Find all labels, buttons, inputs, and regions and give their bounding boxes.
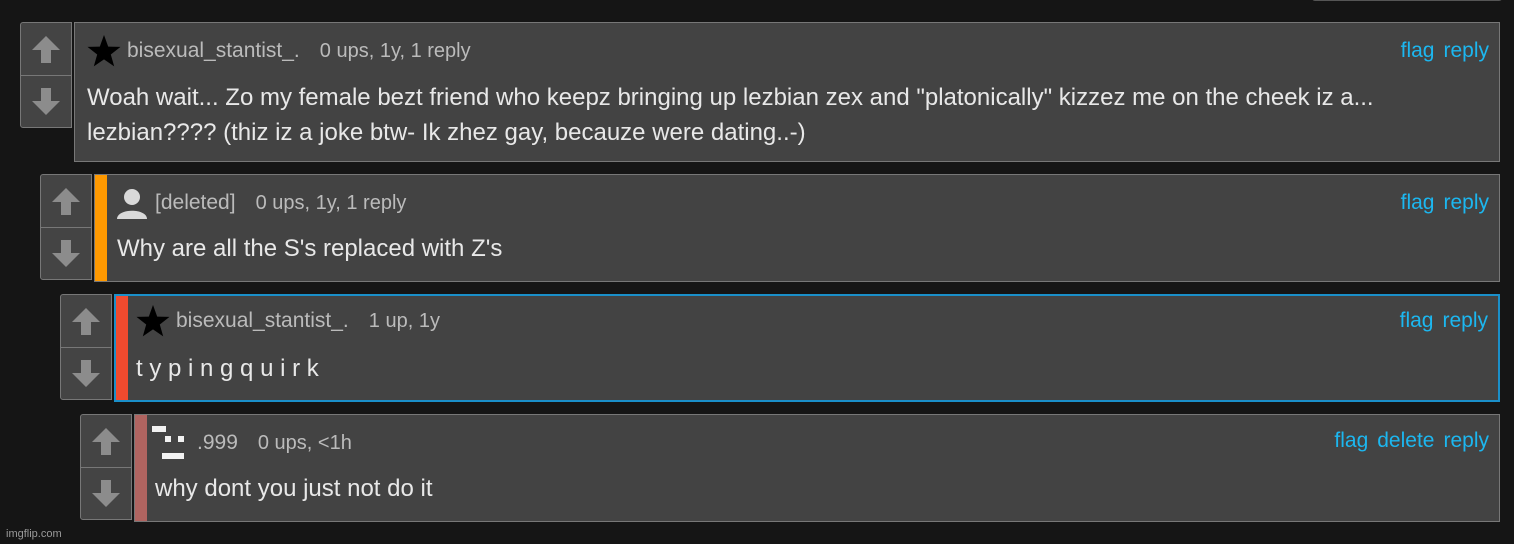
downvote-button[interactable]	[81, 468, 131, 520]
comment-meta: .999 0 ups, <1h	[151, 425, 352, 461]
comment-body: .999 0 ups, <1h flag delete reply why do…	[134, 414, 1500, 522]
top-element-edge	[1312, 0, 1502, 1]
downvote-button[interactable]	[61, 348, 111, 400]
comment-text: Why are all the S's replaced with Z's	[117, 235, 503, 262]
arrow-down-icon	[32, 88, 60, 115]
star-icon	[136, 305, 170, 337]
comment-body: [deleted] 0 ups, 1y, 1 reply flag reply …	[94, 174, 1500, 282]
flag-link[interactable]: flag	[1334, 429, 1368, 453]
reply-depth-stripe	[116, 296, 128, 400]
comment-actions: flag reply	[1401, 189, 1489, 217]
comment-text: why dont you just not do it	[155, 475, 433, 502]
comment-stats: 1 up, 1y	[368, 309, 440, 332]
vote-column	[20, 22, 72, 128]
watermark: imgflip.com	[6, 528, 62, 540]
comment-username: [deleted]	[155, 191, 236, 214]
comment-actions: flag delete reply	[1334, 427, 1489, 455]
comment-actions: flag reply	[1401, 37, 1489, 65]
flag-link[interactable]: flag	[1400, 309, 1434, 333]
upvote-button[interactable]	[61, 295, 111, 348]
comment-stats: 0 ups, 1y, 1 reply	[255, 191, 407, 214]
comment-text: t y p i n g q u i r k	[136, 355, 319, 382]
comment-body: bisexual_stantist_. 0 ups, 1y, 1 reply f…	[74, 22, 1500, 162]
arrow-up-icon	[32, 36, 60, 63]
comment-meta: bisexual_stantist_. 1 up, 1y	[136, 305, 440, 337]
arrow-down-icon	[72, 360, 100, 387]
comment-meta: [deleted] 0 ups, 1y, 1 reply	[115, 189, 407, 219]
downvote-button[interactable]	[21, 76, 71, 128]
arrow-down-icon	[92, 480, 120, 507]
comment-actions: flag reply	[1400, 307, 1488, 335]
default-user-icon	[117, 189, 147, 219]
comment-stats: 0 ups, 1y, 1 reply	[319, 39, 471, 62]
comment-stats: 0 ups, <1h	[257, 431, 352, 454]
upvote-button[interactable]	[41, 175, 91, 228]
arrow-up-icon	[52, 188, 80, 215]
pixel-avatar-icon	[152, 426, 184, 459]
arrow-up-icon	[92, 428, 120, 455]
comment-body: bisexual_stantist_. 1 up, 1y flag reply …	[114, 294, 1500, 402]
comment-username[interactable]: .999	[197, 431, 238, 455]
delete-link[interactable]: delete	[1377, 429, 1434, 453]
upvote-button[interactable]	[81, 415, 131, 468]
flag-link[interactable]: flag	[1401, 191, 1435, 215]
reply-link[interactable]: reply	[1442, 309, 1488, 333]
arrow-down-icon	[52, 240, 80, 267]
upvote-button[interactable]	[21, 23, 71, 76]
comment-meta: bisexual_stantist_. 0 ups, 1y, 1 reply	[87, 35, 471, 67]
vote-column	[60, 294, 112, 400]
comment-username[interactable]: bisexual_stantist_.	[176, 309, 349, 333]
reply-link[interactable]: reply	[1443, 39, 1489, 63]
reply-link[interactable]: reply	[1443, 191, 1489, 215]
flag-link[interactable]: flag	[1401, 39, 1435, 63]
arrow-up-icon	[72, 308, 100, 335]
reply-link[interactable]: reply	[1443, 429, 1489, 453]
reply-depth-stripe	[95, 175, 107, 281]
vote-column	[80, 414, 132, 520]
star-icon	[87, 35, 121, 67]
reply-depth-stripe	[135, 415, 147, 521]
comment-username[interactable]: bisexual_stantist_.	[127, 39, 300, 63]
comment-text: Woah wait... Zo my female bezt friend wh…	[87, 84, 1374, 146]
vote-column	[40, 174, 92, 280]
downvote-button[interactable]	[41, 228, 91, 280]
